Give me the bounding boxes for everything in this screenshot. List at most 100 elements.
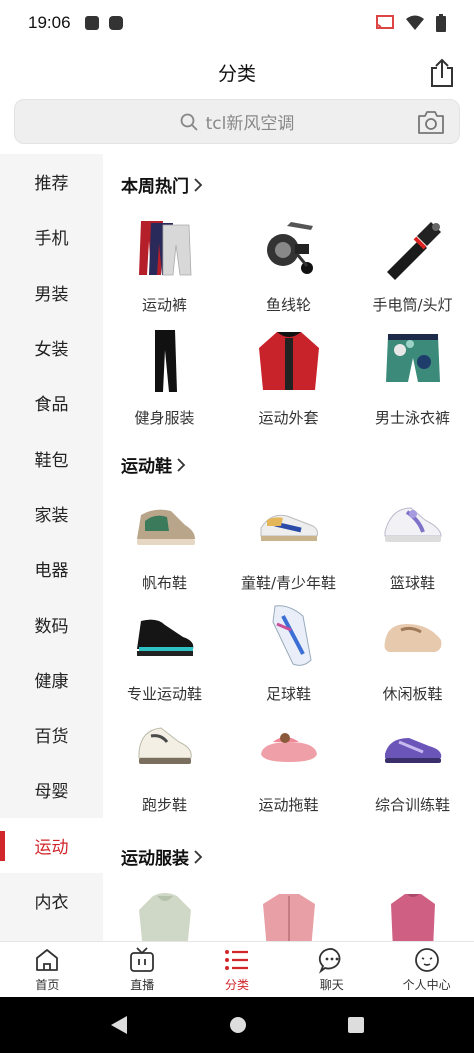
sidebar-item-label: 手机 [34, 229, 69, 250]
leggings-icon [129, 325, 201, 397]
search-bar[interactable]: tcl新风空调 [14, 99, 460, 144]
category-cell[interactable]: 综合训练鞋 [351, 712, 474, 815]
top-icon [377, 884, 449, 941]
sidebar-item-nanzhuang[interactable]: 男装 [0, 265, 103, 320]
nav-chat[interactable]: 聊天 [284, 942, 379, 997]
sidebar-item-xiebao[interactable]: 鞋包 [0, 430, 103, 485]
nav-label: 首页 [35, 978, 60, 992]
sidebar-item-label: 鞋包 [34, 450, 69, 471]
search-placeholder: tcl新风空调 [205, 114, 295, 134]
sidebar-item-tuijian[interactable]: 推荐 [0, 154, 103, 209]
nav-label: 直播 [130, 978, 155, 992]
category-label: 鱼线轮 [265, 296, 311, 314]
pro-sport-shoe-icon [129, 601, 201, 673]
sidebar-item-label: 数码 [34, 616, 69, 637]
sidebar-item-label: 健康 [34, 671, 69, 692]
category-cell[interactable]: 鱼线轮 [227, 212, 350, 315]
status-bar: 19:06 [0, 0, 474, 46]
category-cell[interactable]: 专业运动鞋 [103, 601, 226, 704]
category-cell[interactable]: 健身服装 [103, 325, 226, 428]
category-label: 男士泳衣裤 [374, 409, 450, 427]
sidebar-item-label: 电器 [34, 561, 69, 582]
sweatpants-icon [129, 212, 201, 284]
profile-icon [414, 948, 439, 972]
section-title-apparel[interactable]: 运动服装 [121, 844, 203, 869]
battery-icon [436, 14, 446, 32]
notification-app-icon [108, 16, 123, 30]
category-label: 运动拖鞋 [258, 796, 319, 814]
page-header: 分类 [0, 46, 474, 98]
sidebar-item-jiazhuang[interactable]: 家装 [0, 486, 103, 541]
camera-icon[interactable] [417, 109, 445, 135]
home-circle-icon[interactable] [228, 1015, 248, 1035]
notification-alert-icon [84, 16, 99, 30]
bottom-navigation: 首页 直播 分类 聊天 个人中心 [0, 941, 474, 997]
nav-category[interactable]: 分类 [190, 942, 285, 997]
sidebar-item-label: 女装 [34, 340, 69, 361]
sidebar-item-shuma[interactable]: 数码 [0, 596, 103, 651]
category-label: 童鞋/青少年鞋 [240, 574, 337, 592]
sidebar-item-label: 食品 [34, 395, 69, 416]
category-cell[interactable]: 帆布鞋 [103, 490, 226, 593]
sidebar-item-label: 内衣 [34, 893, 69, 913]
home-icon [36, 949, 59, 971]
category-cell[interactable] [351, 884, 474, 941]
sidebar-item-dianqi[interactable]: 电器 [0, 541, 103, 596]
category-cell[interactable]: 手电筒/头灯 [351, 212, 474, 315]
sidebar-item-yundong[interactable]: 运动 [0, 817, 103, 873]
category-label: 专业运动鞋 [126, 685, 202, 703]
shirt-icon [253, 884, 325, 941]
chevron-right-icon [194, 177, 203, 192]
share-icon[interactable] [428, 58, 456, 88]
category-cell[interactable]: 休闲板鞋 [351, 601, 474, 704]
category-label: 跑步鞋 [141, 796, 187, 814]
sidebar-item-baihuo[interactable]: 百货 [0, 707, 103, 762]
nav-home[interactable]: 首页 [0, 942, 95, 997]
wifi-icon [406, 15, 424, 30]
category-label: 休闲板鞋 [382, 685, 443, 703]
category-label: 健身服装 [134, 409, 195, 427]
recents-icon[interactable] [347, 1016, 365, 1034]
hoodie-icon [129, 884, 201, 941]
back-icon[interactable] [109, 1014, 129, 1036]
category-label: 手电筒/头灯 [372, 296, 453, 314]
section-title-hot[interactable]: 本周热门 [121, 172, 203, 197]
sidebar-item-neiyi[interactable]: 内衣 [0, 873, 103, 928]
nav-label: 分类 [224, 978, 249, 992]
sidebar-item-nvzhuang[interactable]: 女装 [0, 320, 103, 375]
category-content: 本周热门 运动裤 鱼线轮 手电筒/头灯 健身服装 运动外套 男士泳衣裤 运动鞋 … [103, 154, 474, 941]
category-cell[interactable]: 篮球鞋 [351, 490, 474, 593]
sidebar-item-label: 男装 [34, 284, 69, 305]
category-cell[interactable]: 运动裤 [103, 212, 226, 315]
nav-label: 个人中心 [402, 978, 451, 992]
sidebar-item-label: 运动 [34, 837, 69, 858]
tv-icon [130, 947, 155, 972]
chat-icon [318, 948, 341, 974]
category-label: 篮球鞋 [389, 574, 435, 592]
category-cell[interactable]: 运动外套 [227, 325, 350, 428]
nav-live[interactable]: 直播 [95, 942, 190, 997]
category-cell[interactable] [227, 884, 350, 941]
chevron-right-icon [177, 457, 186, 472]
category-cell[interactable]: 足球鞋 [227, 601, 350, 704]
category-cell[interactable]: 童鞋/青少年鞋 [227, 490, 350, 593]
sidebar-item-shipin[interactable]: 食品 [0, 375, 103, 430]
section-title-shoes[interactable]: 运动鞋 [121, 452, 186, 477]
sidebar-item-jiankang[interactable]: 健康 [0, 652, 103, 707]
category-cell[interactable]: 跑步鞋 [103, 712, 226, 815]
category-cell[interactable]: 运动拖鞋 [227, 712, 350, 815]
page-title: 分类 [217, 62, 256, 85]
chevron-right-icon [194, 849, 203, 864]
sidebar-item-shouji[interactable]: 手机 [0, 209, 103, 264]
casual-shoe-icon [377, 601, 449, 673]
category-cell[interactable]: 男士泳衣裤 [351, 325, 474, 428]
search-icon [180, 113, 198, 131]
category-cell[interactable] [103, 884, 226, 941]
sidebar-item-label: 推荐 [34, 174, 69, 195]
section-title-text: 运动服装 [121, 849, 189, 869]
training-shoe-icon [377, 712, 449, 784]
section-title-text: 本周热门 [121, 177, 189, 197]
sidebar-item-muying[interactable]: 母婴 [0, 762, 103, 817]
fishing-reel-icon [253, 212, 325, 284]
nav-profile[interactable]: 个人中心 [379, 942, 474, 997]
